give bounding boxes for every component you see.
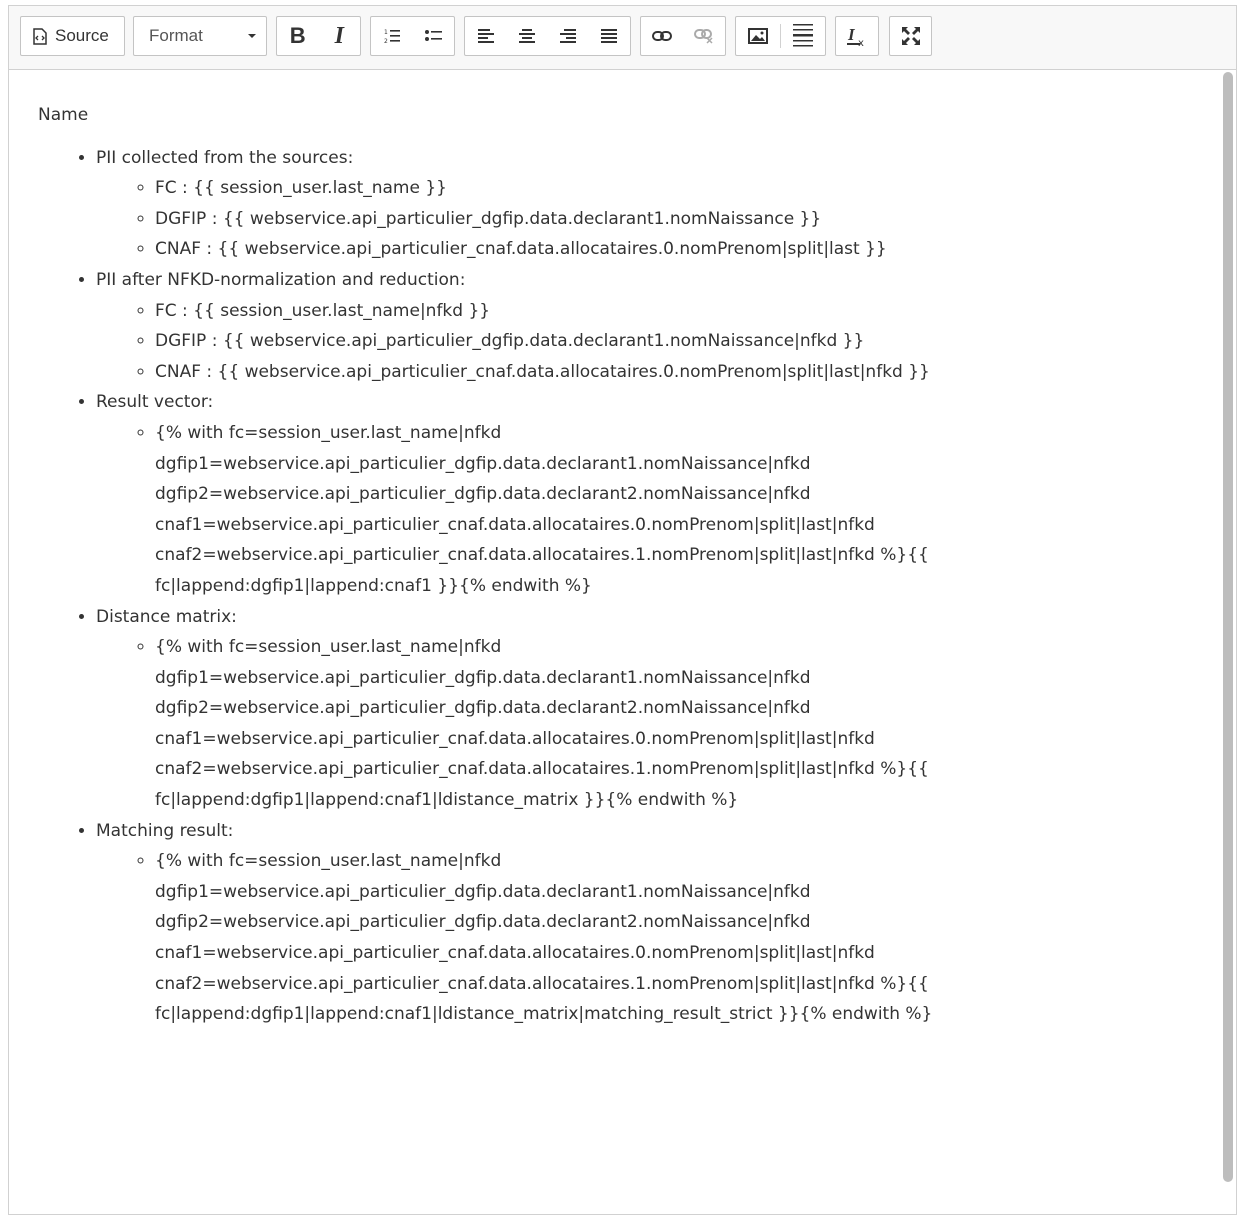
format-dropdown[interactable]: Format — [134, 17, 266, 55]
list-group: 12 — [370, 16, 455, 56]
align-center-button[interactable] — [506, 17, 547, 55]
tools-group — [889, 16, 932, 56]
section-label: Result vector: — [96, 392, 214, 413]
sub-list: {% with fc=session_user.last_name|nfkd d… — [96, 846, 1216, 1030]
clean-group: Ix — [835, 16, 879, 56]
sub-list: {% with fc=session_user.last_name|nfkd d… — [96, 632, 1216, 816]
numbered-list-icon: 12 — [384, 28, 400, 44]
align-right-button[interactable] — [547, 17, 588, 55]
unlink-icon — [694, 28, 714, 44]
maximize-button[interactable] — [890, 17, 931, 55]
insert-group — [735, 16, 826, 56]
unlink-button[interactable] — [683, 17, 725, 55]
list-item: DGFIP : {{ webservice.api_particulier_dg… — [155, 204, 1035, 235]
section-label: Distance matrix: — [96, 606, 237, 627]
section-item: Result vector: {% with fc=session_user.l… — [96, 387, 1216, 601]
rich-text-editor: Source Format B I 12 I x Name • PII coll… — [8, 5, 1237, 1215]
sub-list: FC : {{ session_user.last_name }} DGFIP … — [96, 173, 1216, 265]
source-group: Source — [20, 16, 125, 56]
vertical-scrollbar[interactable] — [1223, 72, 1233, 1182]
editor-toolbar: Source Format B I 12 I x — [9, 6, 1236, 70]
horizontal-rule-icon — [793, 24, 813, 48]
numbered-list-button[interactable]: 12 — [371, 17, 413, 55]
remove-format-button[interactable]: Ix — [836, 17, 878, 55]
list-item: CNAF : {{ webservice.api_particulier_cna… — [155, 234, 1035, 265]
align-justify-button[interactable] — [588, 17, 629, 55]
link-icon — [652, 30, 672, 42]
align-center-icon — [518, 29, 535, 43]
list-item: {% with fc=session_user.last_name|nfkd d… — [155, 632, 1035, 816]
italic-button[interactable]: I — [319, 17, 361, 55]
svg-text:I: I — [847, 25, 856, 44]
basic-styles-group: B I — [276, 16, 361, 56]
section-label: PII after NFKD-normalization and reducti… — [96, 269, 466, 290]
align-left-button[interactable] — [465, 17, 506, 55]
section-item: PII collected from the sources: FC : {{ … — [96, 143, 1216, 265]
list-item: {% with fc=session_user.last_name|nfkd d… — [155, 846, 1035, 1030]
list-item: DGFIP : {{ webservice.api_particulier_dg… — [155, 326, 1035, 357]
format-group: Format — [133, 16, 267, 56]
section-item: PII after NFKD-normalization and reducti… — [96, 265, 1216, 387]
source-icon — [33, 27, 47, 45]
list-item: {% with fc=session_user.last_name|nfkd d… — [155, 418, 1035, 602]
source-button-label: Source — [55, 26, 109, 45]
sub-list: FC : {{ session_user.last_name|nfkd }} D… — [96, 296, 1216, 388]
section-label: Matching result: — [96, 820, 234, 841]
section-label: PII collected from the sources: — [96, 147, 354, 168]
sub-list: {% with fc=session_user.last_name|nfkd d… — [96, 418, 1216, 602]
link-button[interactable] — [641, 17, 683, 55]
alignment-group — [464, 16, 631, 56]
list-item: FC : {{ session_user.last_name }} — [155, 173, 1035, 204]
bold-button[interactable]: B — [277, 17, 319, 55]
align-right-icon — [559, 29, 576, 43]
bulleted-list-icon — [424, 29, 442, 43]
section-item: Matching result: {% with fc=session_user… — [96, 816, 1216, 1030]
link-group — [640, 16, 726, 56]
bold-icon: B — [289, 23, 306, 48]
list-item: CNAF : {{ webservice.api_particulier_cna… — [155, 357, 1035, 388]
italic-icon: I — [334, 22, 344, 49]
format-dropdown-label: Format — [149, 26, 203, 45]
source-button[interactable]: Source — [21, 17, 119, 55]
list-item: FC : {{ session_user.last_name|nfkd }} — [155, 296, 1035, 327]
image-icon — [748, 28, 768, 44]
maximize-icon — [901, 26, 921, 46]
svg-text:x: x — [858, 38, 864, 47]
remove-format-icon: Ix — [846, 25, 868, 47]
svg-text:2: 2 — [384, 38, 388, 44]
bulleted-list-button[interactable] — [413, 17, 455, 55]
align-left-icon — [477, 29, 494, 43]
section-item: Distance matrix: {% with fc=session_user… — [96, 602, 1216, 816]
content-heading: Name — [38, 105, 89, 125]
section-list: PII collected from the sources: FC : {{ … — [38, 143, 1216, 1030]
editor-content[interactable]: Name PII collected from the sources: FC … — [9, 70, 1216, 1214]
chevron-down-icon — [248, 34, 256, 38]
horizontal-rule-button[interactable] — [781, 17, 825, 55]
image-button[interactable] — [736, 17, 780, 55]
svg-text:1: 1 — [384, 29, 388, 36]
align-justify-icon — [600, 29, 617, 43]
